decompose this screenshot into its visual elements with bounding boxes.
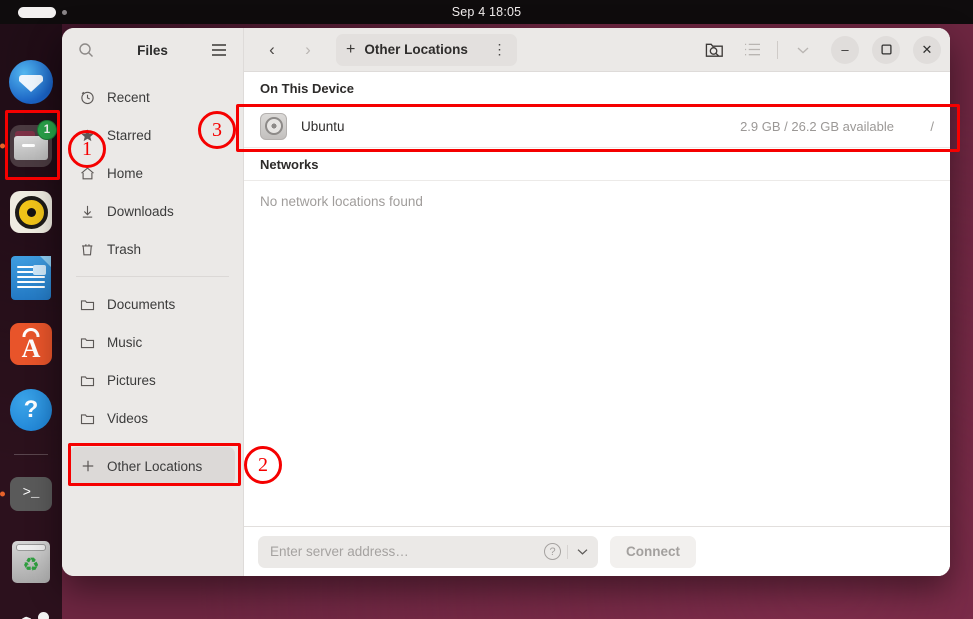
sidebar-item-label: Music: [107, 334, 143, 350]
connect-button[interactable]: Connect: [610, 535, 696, 568]
trash-icon: ♻: [12, 541, 50, 583]
networks-empty-message: No network locations found: [244, 180, 950, 222]
server-address-input[interactable]: Enter server address… ?: [258, 535, 598, 568]
maximize-button[interactable]: [872, 35, 900, 64]
forward-button[interactable]: ›: [294, 36, 322, 64]
folder-icon: [79, 335, 96, 350]
rhythmbox-icon: [10, 191, 52, 233]
section-header-networks: Networks: [260, 157, 319, 172]
trash-icon: [79, 242, 96, 257]
sidebar-header: Files: [62, 28, 243, 72]
plus-icon: [79, 459, 96, 473]
device-name: Ubuntu: [301, 118, 345, 134]
sidebar-item-pictures[interactable]: Pictures: [70, 361, 235, 399]
chevron-down-icon[interactable]: [788, 35, 818, 65]
dock-item-terminal[interactable]: >_: [0, 470, 55, 518]
desktop-top-bar: Sep 4 18:05: [0, 0, 973, 24]
dock-item-show-applications[interactable]: [7, 608, 55, 619]
sidebar-item-documents[interactable]: Documents: [70, 285, 235, 323]
sidebar-item-label: Pictures: [107, 372, 156, 388]
device-mount-point: /: [930, 118, 934, 134]
path-bar[interactable]: + Other Locations ⋮: [336, 33, 517, 66]
ubuntu-software-icon: A: [10, 323, 52, 365]
sidebar-item-label: Videos: [107, 410, 149, 426]
overflow-menu-icon[interactable]: ⋮: [493, 41, 507, 58]
header-separator: [777, 40, 778, 59]
back-button[interactable]: ‹: [258, 36, 286, 64]
dock-item-rhythmbox[interactable]: [7, 188, 55, 236]
help-icon: ?: [10, 389, 52, 431]
window-body: Files Recent Starred Home Downloads Tras…: [62, 28, 950, 576]
folder-search-icon[interactable]: [699, 35, 729, 65]
sidebar-item-downloads[interactable]: Downloads: [70, 192, 235, 230]
disk-icon: [260, 112, 287, 140]
device-free-space: 2.9 GB / 26.2 GB available: [740, 118, 894, 134]
path-plus-icon: +: [346, 40, 356, 58]
hamburger-menu-icon[interactable]: [207, 38, 231, 62]
dock-divider: [14, 454, 48, 455]
device-row-ubuntu[interactable]: Ubuntu 2.9 GB / 26.2 GB available /: [244, 104, 950, 148]
top-bar-clock[interactable]: Sep 4 18:05: [452, 5, 522, 19]
annotation-marker-3: 3: [198, 111, 236, 149]
dock-item-thunderbird[interactable]: [7, 58, 55, 106]
sidebar-item-videos[interactable]: Videos: [70, 399, 235, 437]
dock-item-libreoffice-writer[interactable]: [7, 254, 55, 302]
top-bar-window-indicator[interactable]: [18, 7, 67, 18]
sidebar-item-recent[interactable]: Recent: [70, 78, 235, 116]
folder-icon: [79, 297, 96, 312]
sidebar-item-trash[interactable]: Trash: [70, 230, 235, 268]
close-button[interactable]: ✕: [913, 35, 941, 64]
sidebar-item-label: Recent: [107, 89, 150, 105]
breadcrumb-current: Other Locations: [364, 42, 468, 57]
window-dot-icon: [62, 10, 67, 15]
files-badge-count: 1: [37, 120, 57, 140]
folder-icon: [79, 373, 96, 388]
sidebar-item-label: Other Locations: [107, 458, 203, 474]
running-indicator-icon: [0, 491, 5, 497]
server-address-placeholder: Enter server address…: [270, 544, 409, 559]
search-icon[interactable]: [74, 38, 98, 62]
minimize-button[interactable]: –: [831, 35, 859, 64]
main-pane: ‹ › + Other Locations ⋮ – ✕ On This Devi…: [244, 28, 950, 576]
terminal-icon: >_: [10, 477, 52, 511]
dock-item-app-center[interactable]: A: [7, 320, 55, 368]
sidebar-item-label: Documents: [107, 296, 176, 312]
section-header-on-this-device: On This Device: [260, 81, 354, 96]
thunderbird-icon: [9, 60, 53, 104]
locations-content: On This Device Ubuntu 2.9 GB / 26.2 GB a…: [244, 72, 950, 526]
question-mark-icon[interactable]: ?: [544, 543, 561, 560]
sidebar-item-other-locations[interactable]: Other Locations: [70, 447, 235, 485]
dock-item-help[interactable]: ?: [7, 386, 55, 434]
ubuntu-dock: 1 A ? >_ ♻: [0, 24, 62, 619]
sidebar-divider: [76, 276, 229, 277]
sidebar-item-label: Downloads: [107, 203, 174, 219]
connect-to-server-bar: Enter server address… ? Connect: [244, 526, 950, 576]
chevron-down-icon[interactable]: [567, 544, 589, 559]
header-bar: ‹ › + Other Locations ⋮ – ✕: [244, 28, 950, 72]
files-window: Files Recent Starred Home Downloads Tras…: [62, 28, 950, 576]
libreoffice-writer-icon: [11, 256, 51, 300]
sidebar-item-label: Trash: [107, 241, 142, 257]
dock-item-trash[interactable]: ♻: [7, 538, 55, 586]
sidebar-item-music[interactable]: Music: [70, 323, 235, 361]
clock-icon: [79, 90, 96, 105]
annotation-marker-2: 2: [244, 446, 282, 484]
list-view-icon[interactable]: [737, 35, 767, 65]
dock-item-files[interactable]: 1: [0, 120, 57, 170]
sidebar-title: Files: [137, 42, 168, 58]
window-pill-icon: [18, 7, 56, 18]
folder-icon: [79, 411, 96, 426]
show-applications-icon: [11, 612, 51, 619]
running-indicator-icon: [0, 143, 5, 149]
annotation-marker-1: 1: [68, 130, 106, 168]
sidebar-item-label: Home: [107, 165, 144, 181]
sidebar-item-label: Starred: [107, 127, 152, 143]
download-icon: [79, 204, 96, 219]
